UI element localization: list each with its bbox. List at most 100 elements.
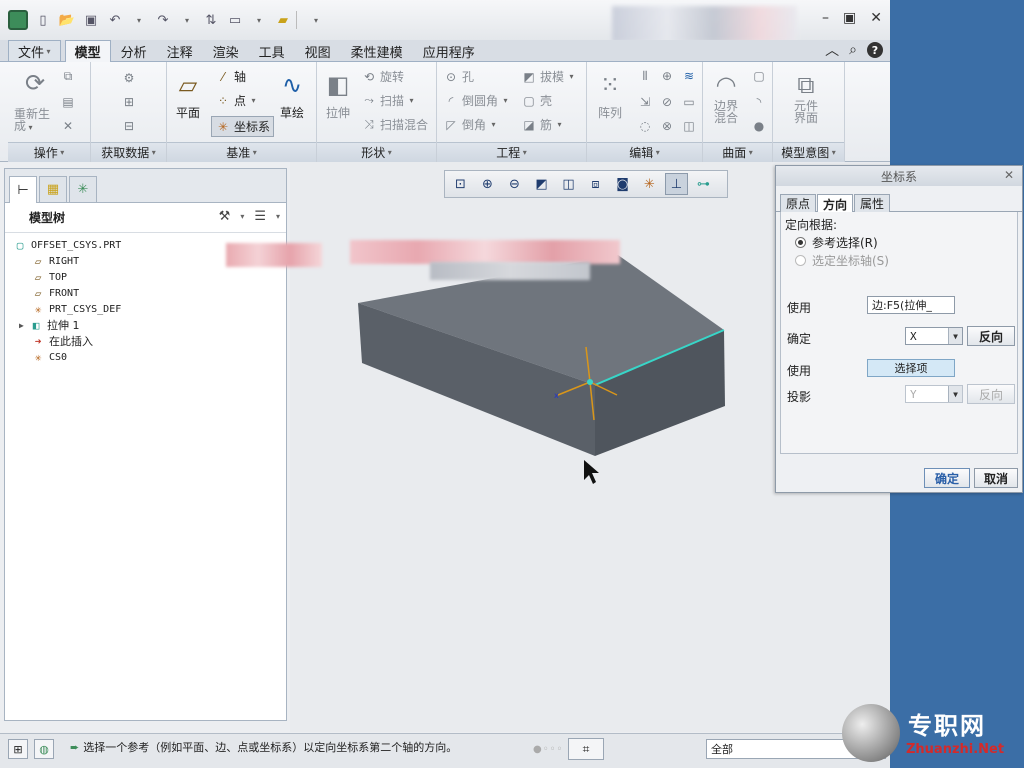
find-icon[interactable]: ⌗ bbox=[568, 738, 604, 760]
axis-button[interactable]: ⁄ 轴 bbox=[215, 68, 246, 85]
reference-1-field[interactable]: 边:F5(拉伸_ bbox=[867, 296, 955, 314]
tab-properties[interactable]: 属性 bbox=[854, 194, 891, 212]
selected-axis-radio[interactable]: 选定坐标轴(S) bbox=[795, 252, 889, 269]
window-dropdown-icon[interactable]: ▾ bbox=[250, 11, 268, 29]
chevron-down-icon[interactable]: ▾ bbox=[276, 212, 280, 221]
save-icon[interactable]: ▣ bbox=[82, 11, 100, 29]
navigator-toggle-icon[interactable]: ⊞ bbox=[8, 739, 28, 759]
paste-icon[interactable]: ▤ bbox=[60, 94, 76, 110]
help-icon[interactable]: ? bbox=[867, 42, 883, 58]
hole-button[interactable]: ⊙ 孔 bbox=[443, 68, 474, 85]
group-surfaces-label[interactable]: 曲面 ▾ bbox=[703, 142, 772, 162]
tree-item-prt-csys-def[interactable]: ✳ PRT_CSYS_DEF bbox=[5, 301, 286, 317]
csys-button[interactable]: ✳ 坐标系 bbox=[211, 116, 275, 137]
draft-button[interactable]: ◩ 拔模 ▾ bbox=[521, 68, 573, 85]
point-button[interactable]: ⁘ 点 ▾ bbox=[215, 92, 256, 109]
merge-icon[interactable]: ⊕ bbox=[659, 68, 675, 84]
project-icon[interactable]: ≋ bbox=[681, 68, 697, 84]
extend-icon[interactable]: ⇲ bbox=[637, 94, 653, 110]
freestyle-icon[interactable]: ● bbox=[751, 118, 767, 134]
trim-icon[interactable]: ⊘ bbox=[659, 94, 675, 110]
close-window-icon[interactable]: ▰ bbox=[274, 11, 292, 29]
expand-icon[interactable]: ▶ bbox=[19, 321, 29, 330]
shrinkwrap-icon[interactable]: ⊟ bbox=[121, 118, 137, 134]
sweep-button[interactable]: ⤳ 扫描 ▾ bbox=[361, 92, 413, 109]
favorites-tab[interactable]: ✳ bbox=[69, 176, 97, 202]
new-icon[interactable]: ▯ bbox=[34, 11, 52, 29]
group-model-intent-label[interactable]: 模型意图 ▾ bbox=[773, 142, 844, 162]
copy-icon[interactable]: ⧉ bbox=[60, 68, 76, 84]
close-icon[interactable]: ✕ bbox=[870, 10, 882, 26]
tab-origin[interactable]: 原点 bbox=[780, 194, 817, 212]
tab-file[interactable]: 文件 ▾ bbox=[8, 40, 61, 61]
swept-blend-button[interactable]: ⤨ 扫描混合 bbox=[361, 116, 428, 133]
reference-2-field[interactable]: 选择项 bbox=[867, 359, 955, 377]
browser-toggle-icon[interactable]: ◍ bbox=[34, 739, 54, 759]
extrude-button[interactable]: ◧ 拉伸 bbox=[323, 70, 353, 121]
group-get-data-label[interactable]: 获取数据 ▾ bbox=[91, 142, 166, 162]
style-icon[interactable]: ◝ bbox=[751, 94, 767, 110]
tab-view[interactable]: 视图 bbox=[295, 40, 341, 61]
solidify-icon[interactable]: ◫ bbox=[681, 118, 697, 134]
regenerate-button[interactable]: 重新生 成 ▾ bbox=[14, 108, 50, 134]
revolve-button[interactable]: ⟲ 旋转 bbox=[361, 68, 404, 85]
user-defined-feature-icon[interactable]: ⚙ bbox=[121, 70, 137, 86]
shell-button[interactable]: ▢ 壳 bbox=[521, 92, 552, 109]
close-icon[interactable]: ✕ bbox=[1004, 168, 1014, 182]
saved-views-icon[interactable]: ⧈ bbox=[584, 173, 607, 195]
chevron-down-icon[interactable]: ▾ bbox=[240, 212, 244, 221]
settings-icon[interactable]: ⚒ bbox=[219, 209, 231, 224]
maximize-icon[interactable]: ▣ bbox=[843, 10, 856, 26]
datum-display-icon[interactable]: ✳ bbox=[638, 173, 661, 195]
refit-icon[interactable]: ⊡ bbox=[449, 173, 472, 195]
model-tree-tab[interactable]: ⊢ bbox=[9, 176, 37, 203]
chamfer-button[interactable]: ◸ 倒角 ▾ bbox=[443, 116, 495, 133]
annotation-display-icon[interactable]: ⊶ bbox=[692, 173, 715, 195]
group-datum-label[interactable]: 基准 ▾ bbox=[167, 142, 316, 162]
flip-2-button[interactable]: 反向 bbox=[967, 384, 1015, 404]
delete-icon[interactable]: ✕ bbox=[60, 118, 76, 134]
ok-button[interactable]: 确定 bbox=[924, 468, 970, 488]
sketch-button[interactable]: ∿ 草绘 bbox=[277, 70, 307, 121]
group-operations-label[interactable]: 操作 ▾ bbox=[8, 142, 90, 162]
repaint-icon[interactable]: ◩ bbox=[530, 173, 553, 195]
tree-item-front[interactable]: ▱ FRONT bbox=[5, 285, 286, 301]
zoom-in-icon[interactable]: ⊕ bbox=[476, 173, 499, 195]
thicken-icon[interactable]: ▭ bbox=[681, 94, 697, 110]
search-icon[interactable]: ⌕ bbox=[849, 42, 857, 58]
collapse-ribbon-icon[interactable]: ︿ bbox=[825, 40, 839, 60]
cancel-button[interactable]: 取消 bbox=[974, 468, 1018, 488]
fill-icon[interactable]: ▢ bbox=[751, 68, 767, 84]
regenerate-icon[interactable]: ⇅ bbox=[202, 11, 220, 29]
flip-1-button[interactable]: 反向 bbox=[967, 326, 1015, 346]
pattern-button[interactable]: ⁙ 阵列 bbox=[595, 70, 625, 121]
round-button[interactable]: ◜ 倒圆角 ▾ bbox=[443, 92, 508, 109]
tab-applications[interactable]: 应用程序 bbox=[413, 40, 485, 61]
redo-icon[interactable]: ↷ bbox=[154, 11, 172, 29]
tab-render[interactable]: 渲染 bbox=[203, 40, 249, 61]
tab-flexible-modeling[interactable]: 柔性建模 bbox=[341, 40, 413, 61]
tab-annotate[interactable]: 注释 bbox=[157, 40, 203, 61]
spin-center-icon[interactable]: ⊥ bbox=[665, 173, 688, 195]
tree-item-cs0[interactable]: ✳ CS0 bbox=[5, 349, 286, 365]
tree-item-insert-here[interactable]: ➜ 在此插入 bbox=[5, 333, 286, 349]
mirror-icon[interactable]: ⫴ bbox=[637, 68, 653, 84]
undo-dropdown-icon[interactable]: ▾ bbox=[130, 11, 148, 29]
undo-icon[interactable]: ↶ bbox=[106, 11, 124, 29]
minimize-icon[interactable]: – bbox=[822, 10, 829, 26]
zoom-out-icon[interactable]: ⊖ bbox=[503, 173, 526, 195]
group-shapes-label[interactable]: 形状 ▾ bbox=[317, 142, 436, 162]
axis-2-dropdown[interactable]: Y ▼ bbox=[905, 385, 963, 403]
tab-analysis[interactable]: 分析 bbox=[111, 40, 157, 61]
tree-item-extrude-1[interactable]: ▶ ◧ 拉伸 1 bbox=[5, 317, 286, 333]
offset-icon[interactable]: ◌ bbox=[637, 118, 653, 134]
component-interface-button[interactable]: ⧉ 元件 界面 bbox=[791, 70, 821, 124]
customize-toolbar-icon[interactable]: ▾ bbox=[307, 11, 325, 29]
rib-button[interactable]: ◪ 筋 ▾ bbox=[521, 116, 561, 133]
group-editing-label[interactable]: 编辑 ▾ bbox=[587, 142, 702, 162]
tree-item-top[interactable]: ▱ TOP bbox=[5, 269, 286, 285]
show-icon[interactable]: ☰ bbox=[254, 209, 266, 224]
reference-selection-radio[interactable]: 参考选择(R) bbox=[795, 234, 878, 251]
tab-tools[interactable]: 工具 bbox=[249, 40, 295, 61]
boundary-blend-button[interactable]: ◠ 边界 混合 bbox=[711, 70, 741, 124]
